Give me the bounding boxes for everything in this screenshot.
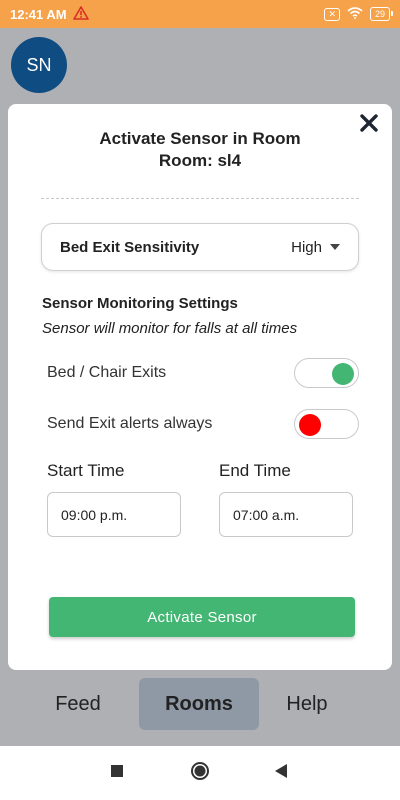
recents-button[interactable] [92,746,142,800]
bottom-tabs: Feed Rooms Help [0,678,400,730]
send-exit-alerts-toggle[interactable] [294,409,359,439]
tab-feed[interactable]: Feed [18,678,138,730]
activate-sensor-button[interactable]: Activate Sensor [49,597,355,637]
home-button[interactable] [175,746,225,800]
bed-chair-exits-row: Bed / Chair Exits [47,358,359,388]
send-exit-alerts-row: Send Exit alerts always [47,409,359,439]
divider [41,198,359,199]
tab-rooms[interactable]: Rooms [139,678,259,730]
end-time-label: End Time [219,461,291,480]
modal-title: Activate Sensor in Room Room: sl4 [8,128,392,172]
start-time-label: Start Time [47,461,125,480]
section-subtitle: Sensor will monitor for falls at all tim… [42,320,298,337]
send-exit-alerts-label: Send Exit alerts always [47,415,213,432]
warning-triangle-icon [72,5,89,23]
sensitivity-label: Bed Exit Sensitivity [60,238,200,256]
back-button[interactable] [256,746,306,800]
start-time-field[interactable]: 09:00 p.m. [47,492,181,537]
circle-home-icon [190,761,210,786]
bed-exit-sensitivity-select[interactable]: Bed Exit Sensitivity High [41,223,359,271]
status-time: 12:41 AM [10,6,67,22]
no-sim-icon: ✕ [324,7,340,21]
avatar[interactable]: SN [11,37,67,93]
status-icons: ✕ 29 [324,6,394,22]
battery-indicator: 29 [369,7,394,21]
section-title: Sensor Monitoring Settings [42,295,238,312]
back-triangle-icon [273,763,289,784]
sensitivity-value: High [291,238,322,256]
bed-chair-exits-label: Bed / Chair Exits [47,364,167,381]
square-icon [110,764,124,783]
activate-sensor-modal: Activate Sensor in Room Room: sl4 Bed Ex… [8,104,392,670]
bed-chair-exits-toggle[interactable] [294,358,359,388]
tab-help[interactable]: Help [247,678,367,730]
status-bar: 12:41 AM ✕ 29 [0,0,400,28]
toggle-knob [332,363,354,385]
system-nav-bar [0,746,400,800]
modal-title-main: Activate Sensor in Room [99,129,301,148]
wifi-icon [347,6,363,22]
end-time-field[interactable]: 07:00 a.m. [219,492,353,537]
modal-title-room: Room: sl4 [158,151,242,170]
toggle-knob [299,414,321,436]
chevron-down-icon [330,244,340,250]
